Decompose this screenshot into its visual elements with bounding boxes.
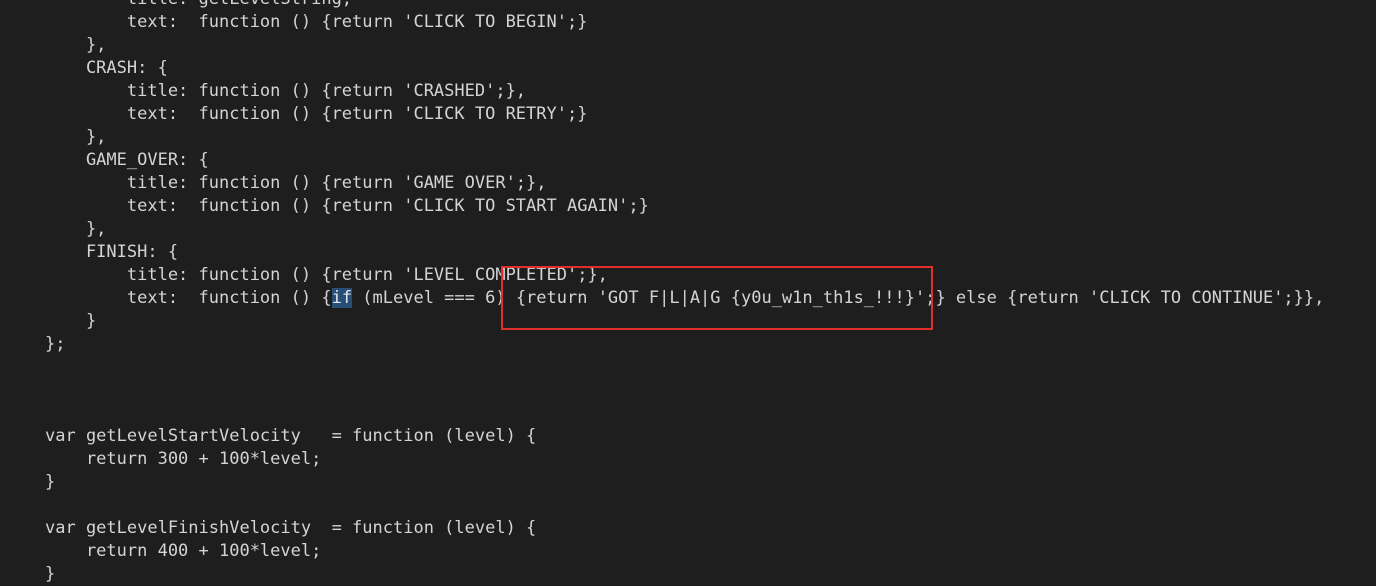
code-line-12: FINISH: { [45, 242, 179, 262]
code-line-4: CRASH: { [45, 58, 168, 78]
code-line-10: text: function () {return 'CLICK TO STAR… [45, 196, 649, 216]
code-line-16: }; [45, 334, 66, 354]
search-highlight: if [331, 288, 353, 308]
code-line-25: return 400 + 100*level; [45, 541, 322, 561]
code-line-finish-text: text: function () {if (mLevel === 6) {re… [45, 287, 1324, 310]
code-line-5: title: function () {return 'CRASHED';}, [45, 81, 527, 101]
code-editor[interactable]: title: getLevelString, text: function ()… [0, 0, 1376, 584]
code-line-26: } [45, 564, 56, 584]
code-suffix: (mLevel === 6) {return 'GOT F|L|A|G {y0u… [352, 288, 1325, 308]
code-line-2: text: function () {return 'CLICK TO BEGI… [45, 12, 588, 32]
code-line-20: var getLevelStartVelocity = function (le… [45, 426, 537, 446]
code-prefix: text: function () { [45, 288, 332, 308]
code-line-8: GAME_OVER: { [45, 150, 209, 170]
code-line-22: } [45, 472, 56, 492]
code-line-9: title: function () {return 'GAME OVER';}… [45, 173, 547, 193]
code-line-1: title: getLevelString, [45, 0, 352, 11]
code-line-24: var getLevelFinishVelocity = function (l… [45, 518, 537, 538]
code-line-13: title: function () {return 'LEVEL COMPLE… [45, 265, 608, 285]
code-line-21: return 300 + 100*level; [45, 449, 322, 469]
code-line-6: text: function () {return 'CLICK TO RETR… [45, 104, 588, 124]
code-line-3: }, [45, 35, 107, 55]
code-line-7: }, [45, 127, 107, 147]
code-line-15: } [45, 311, 97, 331]
code-line-11: }, [45, 219, 107, 239]
